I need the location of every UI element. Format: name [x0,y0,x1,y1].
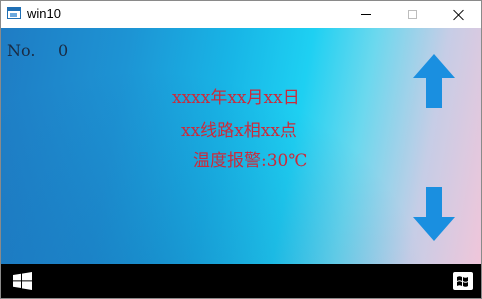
close-icon [453,9,464,20]
scroll-down-button[interactable] [411,185,457,243]
alarm-location: xx线路x相xx点 [181,121,297,141]
close-button[interactable] [435,1,481,28]
tray-button[interactable] [451,269,475,293]
minimize-button[interactable] [343,1,389,28]
minimize-icon [361,14,371,15]
windows-logo-icon [13,272,32,290]
record-number-label: No. [7,41,36,60]
title-bar[interactable]: win10 [1,1,481,28]
application-window-icon [7,7,21,19]
taskbar [1,264,481,298]
record-number-value: 0 [58,41,69,60]
alarm-date: xxxx年xx月xx日 [172,88,300,108]
app-window: win10 No. 0 xxxx年xx月xx日 xx线路x相xx点 温度报警:3… [0,0,482,299]
arrow-down-icon [413,187,455,241]
arrow-up-icon [413,54,455,108]
alarm-temperature: 温度报警:30℃ [193,151,308,171]
maximize-icon [407,10,417,19]
window-title: win10 [27,6,61,21]
alarm-panel: No. 0 xxxx年xx月xx日 xx线路x相xx点 温度报警:30℃ [1,28,481,264]
maximize-button[interactable] [389,1,435,28]
scroll-up-button[interactable] [411,52,457,110]
windows-flag-icon [453,272,473,290]
start-button[interactable] [11,271,35,291]
